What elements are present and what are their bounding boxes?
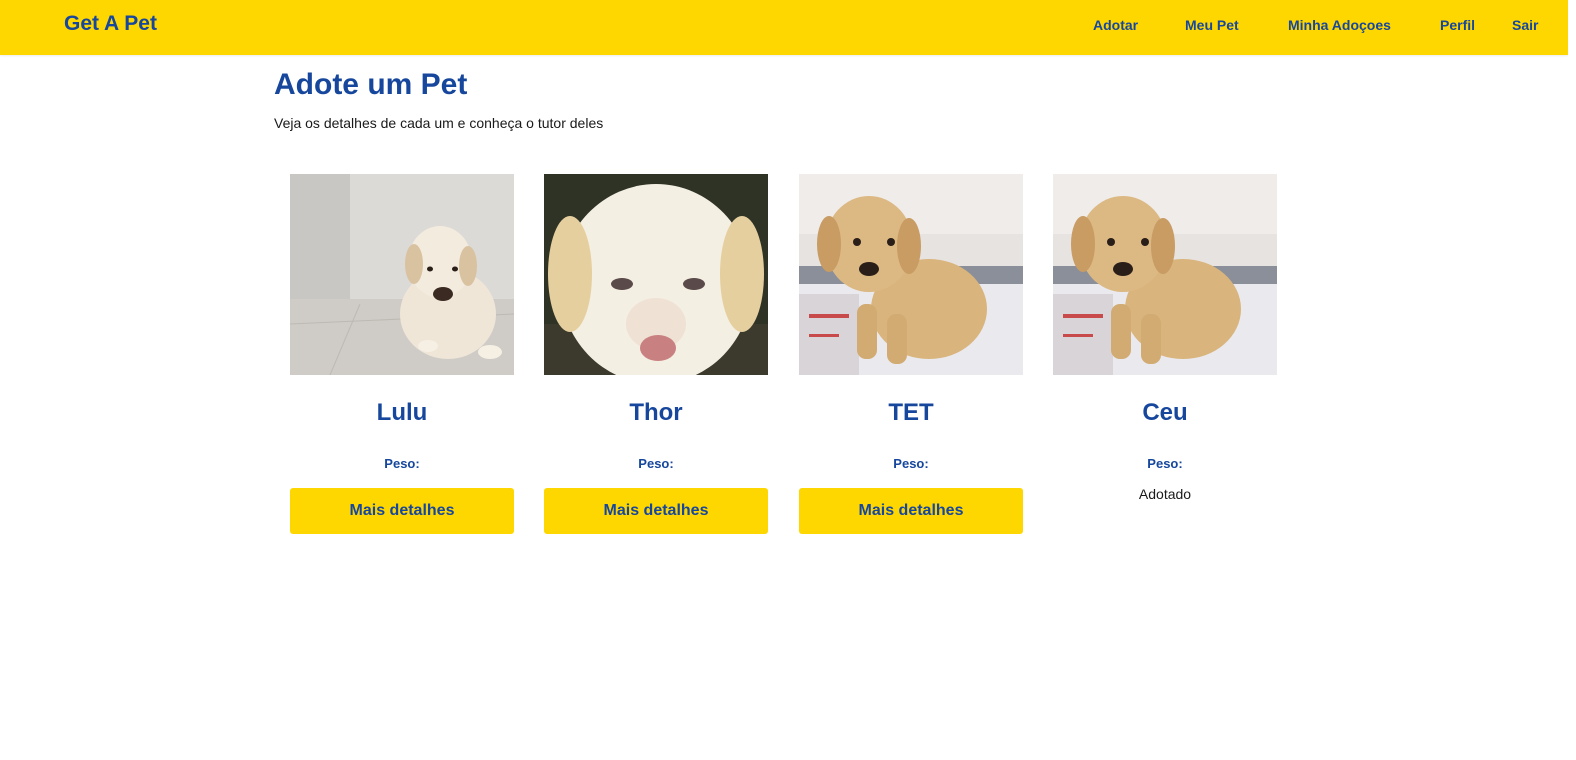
weight-label: Peso: [384,456,420,471]
nav-link-adotar[interactable]: Adotar [1093,17,1138,33]
page-subtitle: Veja os detalhes de cada um e conheça o … [274,115,604,131]
top-navbar: Get A Pet Adotar Meu Pet Minha Adoçoes P… [0,0,1568,55]
pet-name: TET [888,399,934,426]
page-scrollbar[interactable] [1568,0,1576,760]
pet-photo [290,174,514,375]
weight-label: Peso: [638,456,674,471]
more-details-button[interactable]: Mais detalhes [290,488,514,534]
pet-card: Thor Peso: Mais detalhes [544,174,768,534]
pet-card: Ceu Peso: Adotado [1053,174,1277,502]
nav-link-minha-adocoes[interactable]: Minha Adoçoes [1288,17,1391,33]
pet-photo [799,174,1023,375]
pet-card: Lulu Peso: Mais detalhes [290,174,514,534]
page-title: Adote um Pet [274,68,468,101]
pet-name: Ceu [1142,399,1188,426]
adopted-status: Adotado [1138,486,1192,502]
pet-name: Lulu [376,399,428,426]
weight-label: Peso: [1147,456,1183,471]
nav-link-perfil[interactable]: Perfil [1440,17,1475,33]
more-details-button[interactable]: Mais detalhes [544,488,768,534]
nav-link-meu-pet[interactable]: Meu Pet [1185,17,1239,33]
nav-links: Adotar Meu Pet Minha Adoçoes Perfil Sair [0,0,1568,55]
weight-label: Peso: [893,456,929,471]
pet-card: TET Peso: Mais detalhes [799,174,1023,534]
pet-photo [544,174,768,375]
pet-photo [1053,174,1277,375]
pet-name: Thor [629,399,683,426]
nav-link-sair[interactable]: Sair [1512,17,1538,33]
more-details-button[interactable]: Mais detalhes [799,488,1023,534]
